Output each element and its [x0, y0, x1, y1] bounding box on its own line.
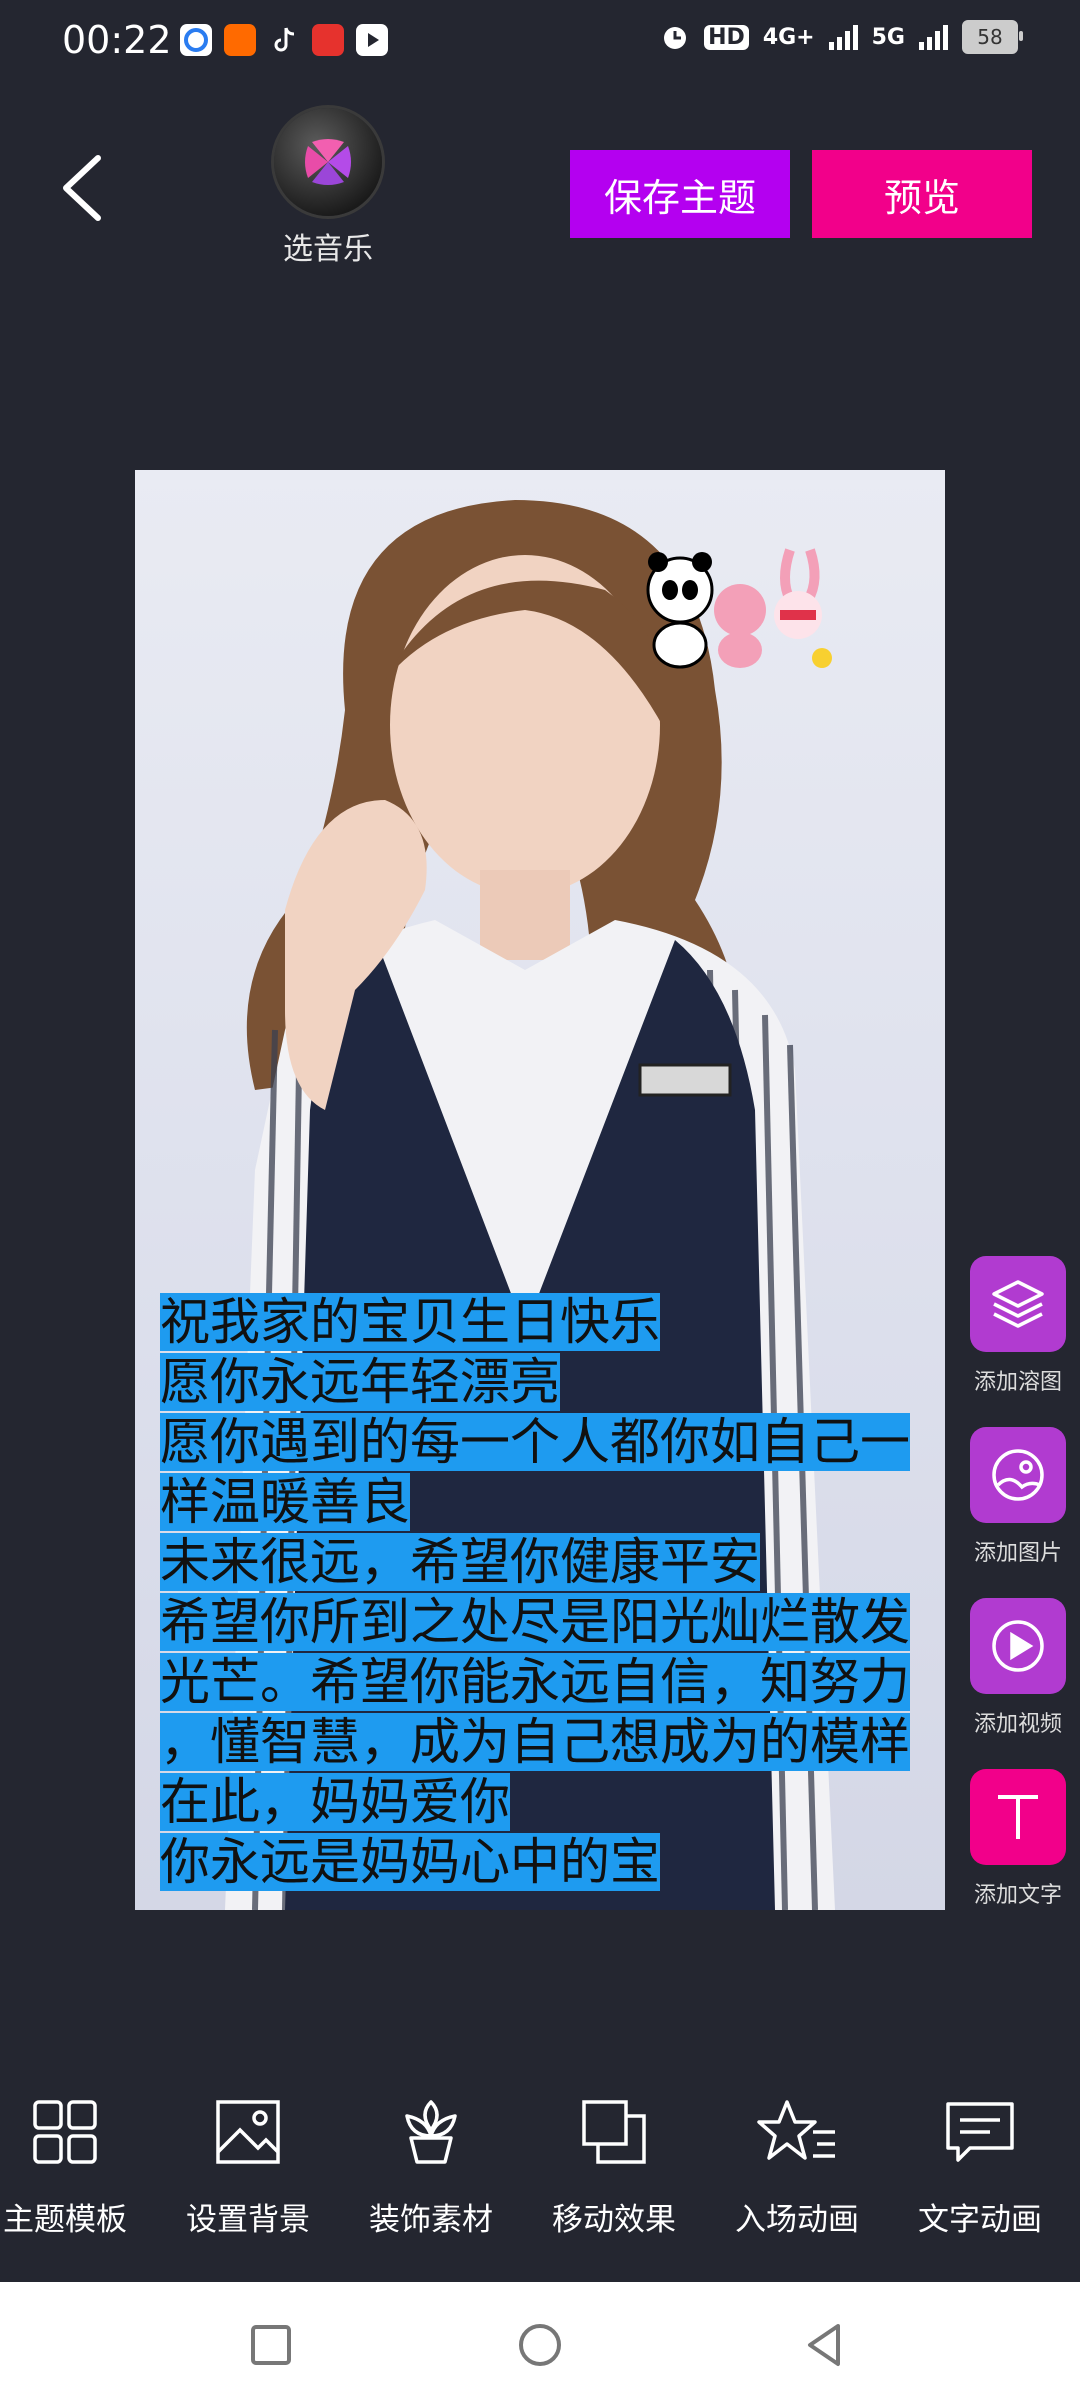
shopping-app-icon [312, 24, 344, 56]
decoration-material-tool[interactable]: 装饰素材 [341, 2092, 521, 2239]
back-icon[interactable] [48, 148, 118, 228]
set-background-label: 设置背景 [186, 2202, 310, 2238]
add-image-label: 添加图片 [973, 1541, 1062, 1566]
picture-icon [216, 2100, 280, 2164]
greeting-line: 祝我家的宝贝生日快乐 [160, 1293, 660, 1351]
layers-icon [970, 1256, 1066, 1352]
greeting-line: 样温暖善良 [160, 1473, 410, 1531]
taobao-app-icon [224, 24, 256, 56]
recent-apps-icon[interactable] [238, 2312, 304, 2378]
greeting-line: 希望你所到之处尽是阳光灿烂散发 [160, 1593, 910, 1651]
alarm-icon [664, 27, 687, 49]
status-time: 00:22 [62, 18, 172, 62]
add-image-button[interactable]: 添加图片 [962, 1427, 1074, 1567]
battery-icon: 58 [962, 20, 1023, 54]
grid-icon [33, 2100, 97, 2164]
theme-template-label: 主题模板 [3, 2202, 127, 2238]
text-animation-tool[interactable]: 文字动画 [890, 2092, 1070, 2239]
flower-icon [405, 2100, 457, 2164]
home-icon[interactable] [507, 2312, 573, 2378]
music-disc-button[interactable] [274, 108, 382, 216]
decoration-material-label: 装饰素材 [369, 2202, 493, 2238]
signal-bars-2-icon [919, 24, 948, 50]
star-icon [757, 2100, 835, 2160]
save-theme-button[interactable]: 保存主题 [570, 150, 790, 238]
greeting-line: 你永远是妈妈心中的宝 [160, 1833, 660, 1891]
video-app-icon [356, 24, 388, 56]
chat-icon [946, 2102, 1014, 2162]
greeting-line: 愿你遇到的每一个人都你如自己一 [160, 1413, 910, 1471]
system-nav-bar [0, 2282, 1080, 2408]
status-bar: 00:22 HD 4G+ 5G 58 [0, 0, 1080, 84]
music-logo-icon [305, 139, 351, 185]
add-video-label: 添加视频 [973, 1712, 1062, 1737]
browser-app-icon [180, 24, 212, 56]
select-music-label[interactable]: 选音乐 [250, 224, 406, 268]
add-blend-image-button[interactable]: 添加溶图 [962, 1256, 1074, 1396]
greeting-line: ，懂智慧，成为自己想成为的模样 [160, 1713, 910, 1771]
text-icon [970, 1769, 1066, 1865]
greeting-text-block[interactable]: 祝我家的宝贝生日快乐 愿你永远年轻漂亮 愿你遇到的每一个人都你如自己一 样温暖善… [160, 1292, 930, 1892]
move-effect-label: 移动效果 [552, 2202, 676, 2238]
text-animation-label: 文字动画 [918, 2202, 1042, 2238]
play-icon [970, 1598, 1066, 1694]
cartoon-sticker [646, 548, 832, 669]
add-blend-image-label: 添加溶图 [973, 1370, 1062, 1395]
network-5g: 5G [871, 24, 905, 50]
theme-template-tool[interactable]: 主题模板 [0, 2092, 155, 2239]
signal-bars-1-icon [828, 24, 858, 50]
theme-canvas[interactable]: 祝我家的宝贝生日快乐 愿你永远年轻漂亮 愿你遇到的每一个人都你如自己一 样温暖善… [135, 470, 945, 1910]
network-4g: 4G+ [762, 24, 815, 50]
greeting-line: 光芒。希望你能永远自信，知努力 [160, 1653, 910, 1711]
move-effect-tool[interactable]: 移动效果 [524, 2092, 704, 2239]
bottom-toolbar: 主题模板 设置背景 装饰素材 移动效果 入场动画 文字动画 [0, 2092, 1080, 2272]
add-text-label: 添加文字 [973, 1883, 1062, 1908]
status-icons: HD 4G+ 5G 58 [660, 20, 1023, 54]
tiktok-app-icon [268, 24, 300, 56]
greeting-line: 在此，妈妈爱你 [160, 1773, 510, 1831]
move-squares-icon [582, 2100, 646, 2164]
set-background-tool[interactable]: 设置背景 [158, 2092, 338, 2239]
image-icon [970, 1427, 1066, 1523]
hd-indicator: HD [704, 24, 749, 50]
entrance-animation-tool[interactable]: 入场动画 [707, 2092, 887, 2239]
add-text-button[interactable]: 添加文字 [962, 1769, 1074, 1909]
back-nav-icon[interactable] [792, 2312, 858, 2378]
greeting-line: 未来很远，希望你健康平安 [160, 1533, 760, 1591]
entrance-animation-label: 入场动画 [735, 2202, 859, 2238]
preview-button[interactable]: 预览 [812, 150, 1032, 238]
add-video-button[interactable]: 添加视频 [962, 1598, 1074, 1738]
greeting-line: 愿你永远年轻漂亮 [160, 1353, 560, 1411]
